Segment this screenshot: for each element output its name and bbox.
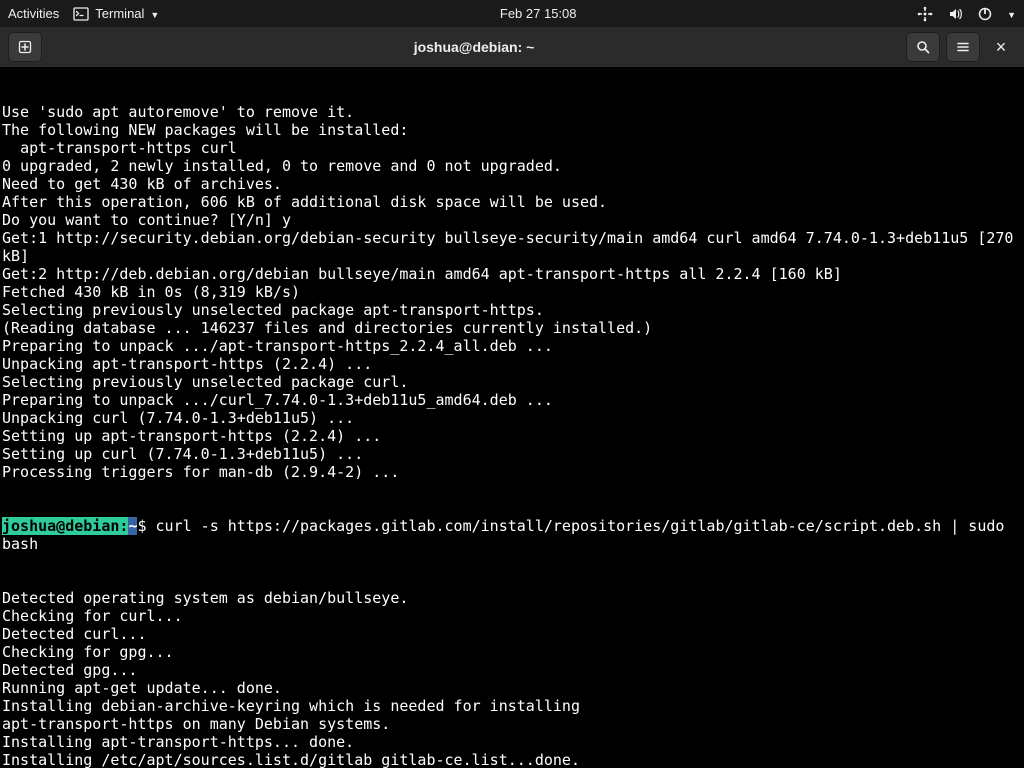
- gnome-top-bar: Activities Terminal ▼ Feb 27 15:08 ▼: [0, 0, 1024, 27]
- prompt-dollar: $: [137, 517, 155, 535]
- terminal-line: Detected operating system as debian/bull…: [2, 589, 1022, 607]
- terminal-line: Detected curl...: [2, 625, 1022, 643]
- terminal-line: Selecting previously unselected package …: [2, 373, 1022, 391]
- terminal-line: Unpacking curl (7.74.0-1.3+deb11u5) ...: [2, 409, 1022, 427]
- new-tab-icon: [17, 39, 33, 55]
- terminal-line: Checking for gpg...: [2, 643, 1022, 661]
- terminal-icon: [73, 6, 89, 22]
- terminal-line: Do you want to continue? [Y/n] y: [2, 211, 1022, 229]
- terminal-output-block-1: Use 'sudo apt autoremove' to remove it.T…: [2, 103, 1022, 481]
- terminal-line: Unpacking apt-transport-https (2.2.4) ..…: [2, 355, 1022, 373]
- terminal-line: Installing apt-transport-https... done.: [2, 733, 1022, 751]
- terminal-line: Processing triggers for man-db (2.9.4-2)…: [2, 463, 1022, 481]
- terminal-viewport[interactable]: Use 'sudo apt autoremove' to remove it.T…: [0, 67, 1024, 768]
- terminal-line: Detected gpg...: [2, 661, 1022, 679]
- terminal-line: apt-transport-https on many Debian syste…: [2, 715, 1022, 733]
- terminal-line: Setting up apt-transport-https (2.2.4) .…: [2, 427, 1022, 445]
- network-icon[interactable]: [917, 6, 933, 22]
- app-menu[interactable]: Terminal ▼: [73, 6, 159, 22]
- search-button[interactable]: [906, 32, 940, 62]
- app-menu-label: Terminal: [95, 6, 144, 21]
- terminal-line: Need to get 430 kB of archives.: [2, 175, 1022, 193]
- terminal-line: Setting up curl (7.74.0-1.3+deb11u5) ...: [2, 445, 1022, 463]
- terminal-line: Installing /etc/apt/sources.list.d/gitla…: [2, 751, 1022, 768]
- terminal-line: Checking for curl...: [2, 607, 1022, 625]
- terminal-line: Get:1 http://security.debian.org/debian-…: [2, 229, 1022, 265]
- prompt-line-1: joshua@debian:~$ curl -s https://package…: [2, 517, 1022, 553]
- terminal-line: Fetched 430 kB in 0s (8,319 kB/s): [2, 283, 1022, 301]
- window-title: joshua@debian: ~: [414, 39, 535, 55]
- system-menu-chevron-icon[interactable]: ▼: [1007, 10, 1016, 20]
- terminal-line: (Reading database ... 146237 files and d…: [2, 319, 1022, 337]
- terminal-line: The following NEW packages will be insta…: [2, 121, 1022, 139]
- search-icon: [915, 39, 931, 55]
- terminal-output-block-2: Detected operating system as debian/bull…: [2, 589, 1022, 768]
- terminal-line: Preparing to unpack .../curl_7.74.0-1.3+…: [2, 391, 1022, 409]
- activities-button[interactable]: Activities: [8, 6, 59, 21]
- terminal-line: Preparing to unpack .../apt-transport-ht…: [2, 337, 1022, 355]
- terminal-line: Selecting previously unselected package …: [2, 301, 1022, 319]
- volume-icon[interactable]: [947, 6, 963, 22]
- power-icon[interactable]: [977, 6, 993, 22]
- close-button[interactable]: ×: [986, 32, 1016, 62]
- close-icon: ×: [996, 37, 1007, 58]
- terminal-line: Use 'sudo apt autoremove' to remove it.: [2, 103, 1022, 121]
- terminal-line: Installing debian-archive-keyring which …: [2, 697, 1022, 715]
- terminal-titlebar: joshua@debian: ~ ×: [0, 27, 1024, 67]
- terminal-line: apt-transport-https curl: [2, 139, 1022, 157]
- terminal-line: Running apt-get update... done.: [2, 679, 1022, 697]
- hamburger-icon: [955, 39, 971, 55]
- terminal-line: Get:2 http://deb.debian.org/debian bulls…: [2, 265, 1022, 283]
- terminal-line: After this operation, 606 kB of addition…: [2, 193, 1022, 211]
- prompt-user: joshua@debian: [2, 517, 119, 535]
- terminal-line: 0 upgraded, 2 newly installed, 0 to remo…: [2, 157, 1022, 175]
- clock[interactable]: Feb 27 15:08: [500, 6, 577, 21]
- menu-button[interactable]: [946, 32, 980, 62]
- new-tab-button[interactable]: [8, 32, 42, 62]
- chevron-down-icon: ▼: [150, 10, 159, 20]
